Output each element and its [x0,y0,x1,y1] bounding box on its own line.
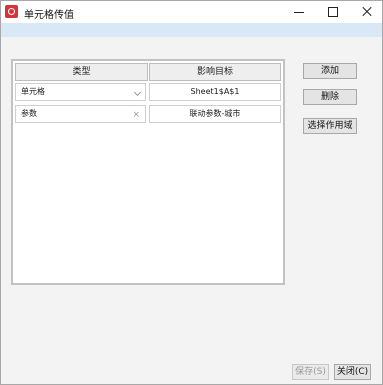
delete-button[interactable]: 删除 [303,89,357,105]
window-title: 单元格传值 [24,10,74,21]
value-pass-table: 类型 影响目标 单元格 Sheet1$A$1 参数 × 联动参数-城市 [11,59,285,285]
save-button[interactable]: 保存(S) [292,364,329,380]
maximize-icon[interactable] [316,1,349,23]
type-value: 参数 [21,109,37,118]
close-icon[interactable] [350,1,383,23]
table-row[interactable]: 参数 × 联动参数-城市 [15,105,281,123]
close-button[interactable]: 关闭(C) [334,364,371,380]
table-row[interactable]: 单元格 Sheet1$A$1 [15,83,281,101]
target-cell[interactable]: Sheet1$A$1 [149,83,281,101]
select-scope-button[interactable]: 选择作用域 [303,118,357,134]
type-select[interactable]: 单元格 [15,83,146,101]
clear-icon[interactable]: × [132,107,140,123]
column-header-type[interactable]: 类型 [15,63,148,81]
column-header-target[interactable]: 影响目标 [149,63,281,81]
dropdown-chevron-icon[interactable] [133,88,142,97]
type-value: 单元格 [21,87,45,96]
minimize-icon[interactable] [282,1,315,23]
add-button[interactable]: 添加 [303,63,357,79]
dialog-window: 单元格传值 类型 影响目标 单元格 Sheet1$A$1 参数 × 联动参数-城… [0,0,383,385]
title-bar: 单元格传值 [1,1,382,23]
app-icon [5,5,18,18]
type-select[interactable]: 参数 × [15,105,146,123]
target-cell[interactable]: 联动参数-城市 [149,105,281,123]
info-bar [1,23,382,37]
